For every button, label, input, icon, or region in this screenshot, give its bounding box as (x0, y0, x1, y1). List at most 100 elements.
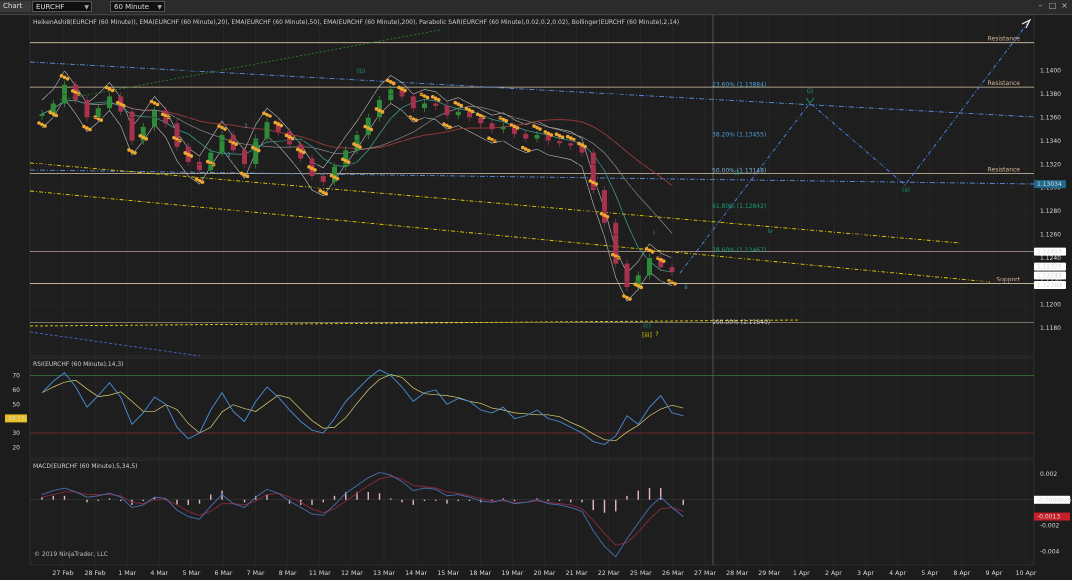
macd-value-label: -0.0000026 (1037, 497, 1072, 504)
rsi-panel (29, 357, 1035, 459)
date-tick-label: 27 Mar (694, 570, 716, 577)
sar-dot (538, 127, 542, 131)
price-tick-label: 1.1400 (1040, 68, 1061, 75)
date-tick-label: 4 Apr (889, 570, 906, 577)
rsi-tick-label: 70 (12, 373, 20, 380)
fib-level-label: 61.80% (1.12842) (712, 203, 766, 210)
date-tick-label: 20 Mar (534, 570, 556, 577)
candle-body (388, 89, 394, 100)
price-tick-label: 1.1280 (1040, 208, 1061, 215)
wave-label: (b) (357, 68, 366, 75)
candle-body (264, 122, 270, 139)
fib-level-label: 100.00% (1.11849) (712, 319, 770, 326)
candle-body (523, 133, 529, 139)
wave-label: ? (655, 331, 658, 338)
sar-dot (493, 139, 497, 143)
date-tick-label: 29 Mar (758, 570, 780, 577)
sar-dot (605, 214, 610, 219)
wave-label: (c) (643, 323, 651, 330)
candle-body (568, 143, 574, 146)
sar-dot (99, 118, 104, 122)
fib-level-label: 23.60% (1.13884) (712, 81, 766, 88)
sar-dot (380, 110, 385, 114)
sar-dot (133, 151, 137, 155)
candle-body (669, 267, 675, 272)
sar-dot (245, 174, 250, 179)
date-tick-label: 25 Mar (630, 570, 652, 577)
candle-body (444, 105, 450, 116)
sar-dot (110, 88, 115, 93)
sar-dot (403, 88, 407, 93)
macd-value-label: -0.0013 (1037, 514, 1060, 521)
candle-body (129, 111, 135, 141)
sar-dot (144, 137, 149, 141)
wave-label: iii (734, 170, 739, 177)
level-label: Support (996, 277, 1020, 284)
wave-label: (ii) (902, 187, 910, 194)
date-tick-label: 15 Mar (437, 570, 459, 577)
date-tick-label: 14 Mar (405, 570, 427, 577)
sar-dot (223, 127, 227, 131)
macd-axis: 0.0020-0.002-0.004-0.0000026-0.0013 (1034, 471, 1072, 556)
date-tick-label: 13 Mar (373, 570, 395, 577)
sar-dot (673, 282, 677, 286)
macd-tick-label: -0.004 (1040, 549, 1060, 556)
rsi-axis: 70605040302040.15 (5, 373, 27, 451)
price-tag-label: 1.12168 (1037, 282, 1062, 289)
sar-dot (414, 118, 419, 122)
candle-body (320, 175, 326, 182)
candle-body (410, 96, 416, 109)
sar-dot (661, 259, 666, 263)
macd-tick-label: -0.002 (1040, 523, 1060, 530)
rsi-tick-label: 20 (12, 444, 20, 451)
sar-dot (560, 135, 565, 140)
price-tick-label: 1.1380 (1040, 91, 1061, 98)
sar-dot (504, 119, 509, 123)
candle-body (152, 110, 157, 127)
date-tick-label: 21 Mar (566, 570, 588, 577)
candle-body (422, 103, 427, 109)
sar-dot (391, 81, 396, 86)
price-tick-label: 1.1260 (1040, 231, 1061, 238)
sar-dot (583, 144, 587, 149)
sar-dot (526, 148, 531, 153)
candle-body (624, 263, 630, 288)
date-tick-label: 1 Apr (793, 570, 810, 577)
date-tick-label: 8 Apr (953, 570, 970, 577)
rsi-tick-label: 30 (12, 430, 20, 437)
date-tick-label: 10 Apr (1016, 570, 1037, 577)
candle-body (84, 99, 90, 118)
date-tick-label: 3 Apr (857, 570, 874, 577)
date-tick-label: 7 Mar (247, 570, 265, 577)
candle-body (455, 111, 461, 116)
date-tick-label: 1 Mar (118, 570, 136, 577)
macd-tick-label: 0.002 (1040, 471, 1057, 478)
sar-dot (628, 297, 632, 301)
sar-dot (54, 113, 59, 118)
rsi-indicator-label: RSI(EURCHF (60 Minute),14,3) (33, 361, 124, 368)
candle-body (534, 135, 540, 139)
candle-body (39, 114, 45, 116)
level-label: Resistance (988, 80, 1021, 87)
price-tag-label: 1.12249 (1037, 272, 1062, 279)
sar-dot (313, 168, 317, 172)
sar-dot (301, 150, 306, 155)
wave-label: iv (767, 228, 773, 235)
date-tick-label: 28 Mar (726, 570, 748, 577)
macd-indicator-label: MACD(EURCHF (60 Minute),5,34,5) (33, 463, 138, 470)
date-tick-label: 19 Mar (501, 570, 523, 577)
date-tick-label: 9 Apr (985, 570, 1002, 577)
date-tick-label: 27 Feb (52, 570, 73, 577)
date-tick-label: 4 Mar (150, 570, 168, 577)
sar-dot (43, 124, 47, 128)
sar-dot (459, 103, 464, 108)
date-tick-label: 6 Mar (215, 570, 233, 577)
price-tick-label: 1.1180 (1040, 325, 1061, 332)
sar-dot (650, 250, 655, 254)
price-panel (29, 14, 1035, 357)
sar-dot (290, 136, 295, 141)
sar-dot (436, 98, 441, 102)
fib-level-label: 38.20% (1.13455) (712, 131, 766, 138)
sar-dot (346, 160, 351, 165)
chart-canvas: HeikenAshi8(EURCHF (60 Minute)), EMA(EUR… (5, 14, 1072, 577)
